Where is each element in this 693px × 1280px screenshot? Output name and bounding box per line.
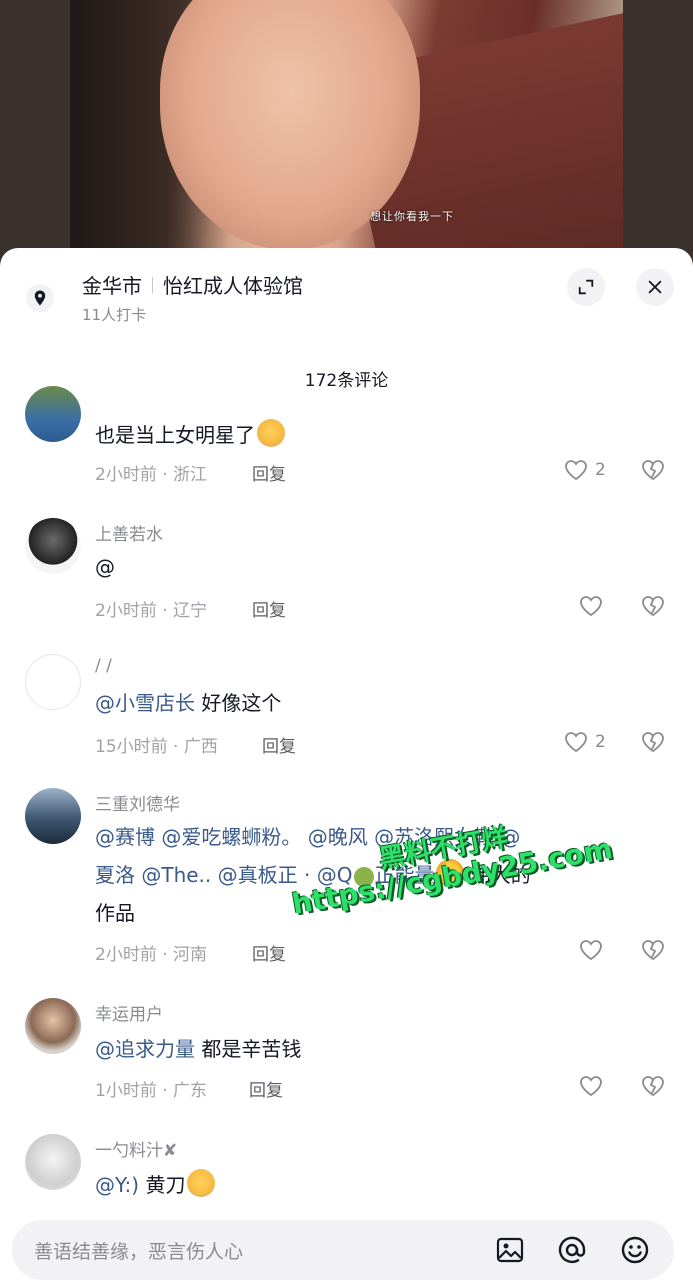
mention-button[interactable] <box>556 1234 588 1266</box>
comment-time-location: 1小时前 · 广东 <box>95 1081 208 1101</box>
avatar[interactable] <box>25 386 81 442</box>
avatar[interactable] <box>25 518 81 574</box>
comment-input-placeholder[interactable]: 善语结善缘，恶言伤人心 <box>34 1237 243 1264</box>
comment-username[interactable]: 上善若水 <box>95 520 163 545</box>
dislike-button[interactable] <box>640 458 666 486</box>
comment-text: @Y:) 黄刀 <box>95 1166 655 1204</box>
dislike-button[interactable] <box>640 730 666 758</box>
broken-heart-icon <box>642 732 664 753</box>
reply-button[interactable]: 回复 <box>252 460 286 485</box>
close-button[interactable] <box>636 268 674 306</box>
reply-button[interactable]: 回复 <box>249 1076 283 1101</box>
image-icon <box>496 1237 524 1263</box>
heart-icon <box>565 460 587 481</box>
video-caption: 想让你看我一下 <box>370 210 454 223</box>
reply-button[interactable]: 回复 <box>262 732 296 757</box>
location-title[interactable]: 金华市 怡红成人体验馆 <box>82 270 303 299</box>
heart-icon <box>580 596 602 617</box>
mention-link[interactable]: @Y:) <box>95 1173 139 1197</box>
comment-username[interactable]: 幸运用户 <box>95 1000 163 1025</box>
like-button[interactable] <box>578 938 604 962</box>
dislike-button[interactable] <box>640 938 666 966</box>
crying-face-emoji <box>187 1169 216 1197</box>
expand-icon <box>578 279 594 295</box>
broken-heart-icon <box>642 460 664 481</box>
mention-link[interactable]: @小雪店长 <box>95 691 195 715</box>
image-button[interactable] <box>494 1234 526 1266</box>
like-count: 2 <box>595 732 606 752</box>
location-divider <box>152 276 153 293</box>
comment-username[interactable]: 三重刘德华 <box>95 790 180 815</box>
like-count: 2 <box>595 460 606 480</box>
comment-input-bar[interactable]: 善语结善缘，恶言伤人心 <box>12 1220 674 1280</box>
location-pin-icon <box>26 284 54 312</box>
heart-icon <box>580 1076 602 1097</box>
mention-link[interactable]: @追求力量 <box>95 1037 195 1061</box>
heart-icon <box>565 732 587 753</box>
broken-heart-icon <box>642 596 664 617</box>
dislike-button[interactable] <box>640 594 666 622</box>
comment-sheet: 金华市 怡红成人体验馆 11人打卡 172条评论 <box>0 248 693 1280</box>
video-frame: 想让你看我一下 <box>70 0 623 260</box>
like-button[interactable]: 2 <box>563 730 606 754</box>
comment-time-location: 15小时前 · 广西 <box>95 737 218 757</box>
like-button[interactable]: 2 <box>563 458 606 482</box>
smiley-icon <box>621 1236 649 1264</box>
comment-time-location: 2小时前 · 河南 <box>95 945 208 965</box>
expand-button[interactable] <box>567 268 605 306</box>
avatar[interactable] <box>25 1134 81 1190</box>
broken-heart-icon <box>642 1076 664 1097</box>
comment-time-location: 2小时前 · 辽宁 <box>95 601 208 621</box>
heart-icon <box>580 940 602 961</box>
at-icon <box>558 1236 586 1264</box>
video-player[interactable]: 想让你看我一下 <box>0 0 693 260</box>
location-checkins: 11人打卡 <box>82 306 147 324</box>
hugging-face-emoji <box>257 419 285 447</box>
comment-username[interactable]: 一勺料汁✘ <box>95 1136 177 1161</box>
like-button[interactable] <box>578 1074 604 1098</box>
location-place: 怡红成人体验馆 <box>163 274 303 298</box>
dislike-button[interactable] <box>640 1074 666 1102</box>
comment-text: @ <box>95 555 115 579</box>
comment-text: @小雪店长 好像这个 <box>95 691 282 715</box>
avatar[interactable] <box>25 654 81 710</box>
reply-button[interactable]: 回复 <box>252 596 286 621</box>
location-city: 金华市 <box>82 274 142 298</box>
reply-button[interactable]: 回复 <box>252 940 286 965</box>
comment-username[interactable]: / / <box>95 656 112 676</box>
emoji-button[interactable] <box>619 1234 651 1266</box>
comment-time-location: 2小时前 · 浙江 <box>95 465 208 485</box>
like-button[interactable] <box>578 594 604 618</box>
broken-heart-icon <box>642 940 664 961</box>
avatar[interactable] <box>25 998 81 1054</box>
comment-count: 172条评论 <box>304 371 389 391</box>
comment-text: @追求力量 都是辛苦钱 <box>95 1037 302 1061</box>
close-icon <box>648 280 662 294</box>
avatar[interactable] <box>25 788 81 844</box>
comment-text: 也是当上女明星了 <box>95 416 655 454</box>
